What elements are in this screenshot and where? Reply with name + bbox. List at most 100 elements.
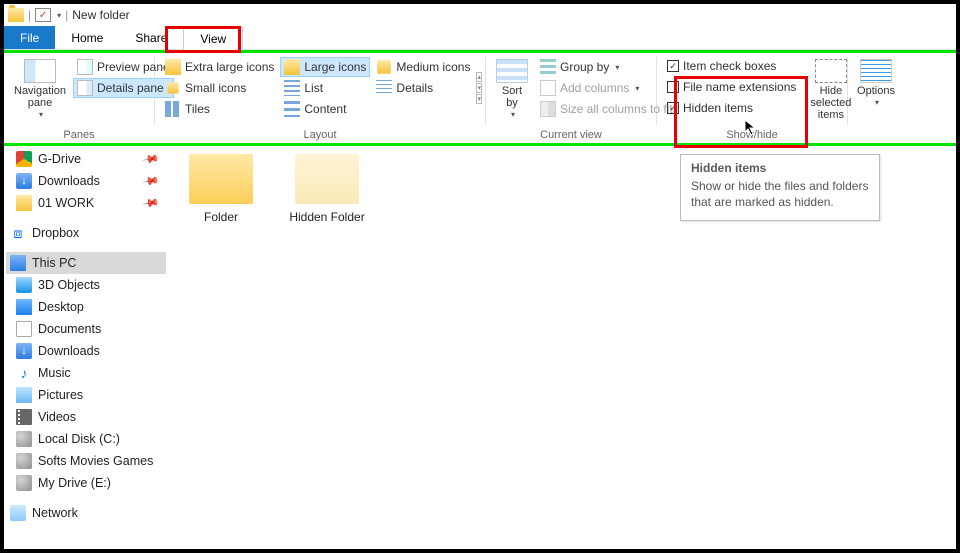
tooltip-title: Hidden items: [691, 161, 869, 175]
tab-view[interactable]: View: [183, 27, 243, 50]
documents-icon: [16, 321, 32, 337]
layout-details[interactable]: Details: [372, 78, 474, 98]
thispc-icon: [10, 255, 26, 271]
icon: [167, 82, 178, 93]
file-label: Hidden Folder: [289, 210, 364, 224]
disk-icon: [16, 453, 32, 469]
desktop-icon: [16, 299, 32, 315]
icon: [165, 59, 181, 75]
group-label: Current view: [486, 129, 656, 141]
tab-home[interactable]: Home: [55, 26, 119, 49]
ribbon-group-panes: Navigation pane▾ Preview pane Details pa…: [4, 53, 154, 143]
tree-downloads[interactable]: Downloads📌: [6, 170, 166, 192]
layout-content[interactable]: Content: [280, 99, 370, 119]
group-label: Show/hide: [657, 129, 847, 141]
pin-icon: 📌: [142, 194, 161, 213]
download-icon: [16, 343, 32, 359]
layout-list[interactable]: List: [280, 78, 370, 98]
file-label: Folder: [204, 210, 238, 224]
options-icon: [860, 59, 892, 83]
tree-gdrive[interactable]: G-Drive📌: [6, 148, 166, 170]
tree-dropbox[interactable]: ⧈Dropbox: [6, 222, 166, 244]
addcol-icon: [540, 80, 556, 96]
layout-medium[interactable]: Medium icons: [372, 57, 474, 77]
dropbox-icon: ⧈: [10, 225, 26, 241]
pin-icon: 📌: [142, 172, 161, 191]
ribbon-group-show-hide: ✓Item check boxes File name extensions ✓…: [657, 53, 847, 143]
hidden-items[interactable]: ✓Hidden items: [663, 99, 800, 117]
tab-share[interactable]: Share: [119, 26, 183, 49]
layout-extra-large[interactable]: Extra large icons: [161, 57, 278, 77]
tree-3dobjects[interactable]: 3D Objects: [6, 274, 166, 296]
add-columns-button[interactable]: Add columns▾: [536, 78, 677, 98]
qat-properties-icon[interactable]: ✓: [35, 8, 51, 22]
music-icon: ♪: [16, 365, 32, 381]
sort-by-button[interactable]: Sort by▾: [492, 57, 532, 122]
group-icon: [540, 59, 556, 75]
download-icon: [16, 173, 32, 189]
ribbon-group-current-view: Sort by▾ Group by▾ Add columns▾ Size all…: [486, 53, 656, 143]
tree-work[interactable]: 01 WORK📌: [6, 192, 166, 214]
hide-icon: [815, 59, 847, 83]
title-bar: | ✓ ▾ | New folder: [4, 4, 956, 26]
size-columns-button[interactable]: Size all columns to fit: [536, 99, 677, 119]
checkbox-icon: ✓: [667, 60, 679, 72]
layout-tiles[interactable]: Tiles: [161, 99, 278, 119]
layout-scroll[interactable]: ▴▾▾: [476, 57, 482, 119]
tree-edrive[interactable]: My Drive (E:): [6, 472, 166, 494]
icon: [284, 80, 300, 96]
tree-documents[interactable]: Documents: [6, 318, 166, 340]
tree-downloads2[interactable]: Downloads: [6, 340, 166, 362]
file-item-hidden-folder[interactable]: Hidden Folder: [284, 150, 370, 224]
tooltip-hidden-items: Hidden items Show or hide the files and …: [680, 154, 880, 221]
icon: [165, 101, 181, 117]
tree-cdrive[interactable]: Local Disk (C:): [6, 428, 166, 450]
item-check-boxes[interactable]: ✓Item check boxes: [663, 57, 800, 75]
folder-icon: [16, 195, 32, 211]
tree-music[interactable]: ♪Music: [6, 362, 166, 384]
tooltip-body: Show or hide the files and folders that …: [691, 179, 869, 210]
folder-icon: [189, 154, 253, 204]
ribbon-group-options: Options▾: [848, 53, 904, 143]
checkbox-icon: [667, 81, 679, 93]
tree-desktop[interactable]: Desktop: [6, 296, 166, 318]
file-item-folder[interactable]: Folder: [178, 150, 264, 224]
folder-icon: [295, 154, 359, 204]
navigation-pane-button[interactable]: Navigation pane▾: [10, 57, 70, 122]
tree-network[interactable]: Network: [6, 502, 166, 524]
navigation-pane-icon: [24, 59, 56, 83]
qat-dropdown-icon[interactable]: ▾: [57, 11, 61, 20]
group-label: Layout: [155, 129, 485, 141]
tree-softs[interactable]: Softs Movies Games: [6, 450, 166, 472]
checkbox-icon: ✓: [667, 102, 679, 114]
tab-file[interactable]: File: [4, 26, 55, 49]
icon: [284, 59, 300, 75]
network-icon: [10, 505, 26, 521]
nav-tree[interactable]: G-Drive📌 Downloads📌 01 WORK📌 ⧈Dropbox Th…: [4, 148, 168, 549]
options-button[interactable]: Options▾: [854, 57, 898, 110]
sort-icon: [496, 59, 528, 83]
ribbon: Navigation pane▾ Preview pane Details pa…: [4, 53, 956, 143]
icon: [378, 60, 392, 74]
ribbon-tabs: File Home Share View: [4, 26, 956, 50]
group-by-button[interactable]: Group by▾: [536, 57, 677, 77]
tree-videos[interactable]: Videos: [6, 406, 166, 428]
layout-small[interactable]: Small icons: [161, 78, 278, 98]
layout-large[interactable]: Large icons: [280, 57, 370, 77]
tree-pictures[interactable]: Pictures: [6, 384, 166, 406]
sizecol-icon: [540, 101, 556, 117]
videos-icon: [16, 409, 32, 425]
disk-icon: [16, 431, 32, 447]
annotation-bar: [4, 143, 956, 146]
tree-thispc[interactable]: This PC: [6, 252, 166, 274]
file-name-extensions[interactable]: File name extensions: [663, 78, 800, 96]
pin-icon: 📌: [142, 150, 161, 169]
pictures-icon: [16, 387, 32, 403]
window-title: New folder: [72, 8, 129, 22]
sep: |: [65, 8, 68, 22]
gdrive-icon: [16, 151, 32, 167]
3d-icon: [16, 277, 32, 293]
ribbon-group-layout: Extra large icons Small icons Tiles Larg…: [155, 53, 485, 143]
group-label: Panes: [4, 129, 154, 141]
disk-icon: [16, 475, 32, 491]
